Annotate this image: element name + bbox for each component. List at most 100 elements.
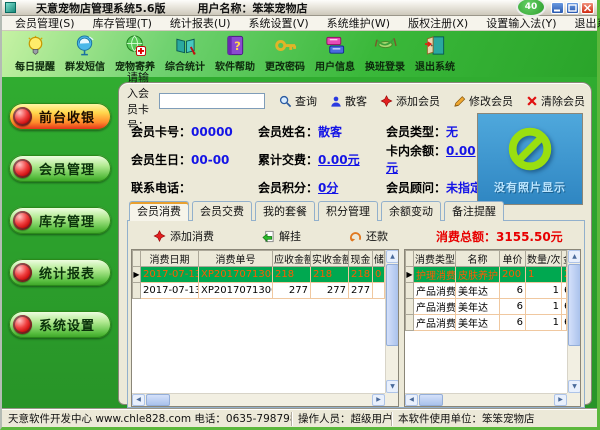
member-type-field: 会员类型：无 (386, 123, 486, 140)
sidebar-item-inventory[interactable]: 库存管理 (9, 207, 111, 234)
scroll-right-icon[interactable]: ▶ (554, 394, 567, 406)
sidebar-item-cashier[interactable]: 前台收银 (9, 103, 111, 130)
menu-exit[interactable]: 退出系统(Z) (566, 15, 600, 31)
tab-member-payment[interactable]: 会员交费 (192, 201, 252, 221)
edit-member-button[interactable]: 修改会员 (453, 93, 513, 109)
member-paid-field: 累计交费：0.00元 (258, 151, 386, 168)
col-header[interactable]: 消费类型 (414, 251, 456, 267)
app-icon (5, 2, 16, 13)
toolbar: 每日提醒 群发短信 宠物寄养 综合统计 ? 软件帮助 更改密码 用户信息 换班登 (2, 31, 597, 77)
sidebar-item-label: 库存管理 (39, 211, 95, 230)
unhang-button[interactable]: 解挂 (262, 228, 301, 244)
maximize-button[interactable] (566, 2, 579, 14)
horizontal-scrollbar[interactable]: ◀ ▶ (132, 393, 385, 406)
toolbar-daily-reminder[interactable]: 每日提醒 (10, 34, 60, 73)
col-header[interactable]: 现金 (349, 251, 373, 267)
tab-balance-changes[interactable]: 余额变动 (381, 201, 441, 221)
body: 前台收银 会员管理 库存管理 统计报表 系统设置 请输入会员 (2, 77, 597, 409)
col-header[interactable]: 实收金额 (311, 251, 349, 267)
svg-text:?: ? (234, 39, 241, 53)
satellite-dish-icon (74, 34, 97, 57)
horizontal-scrollbar[interactable]: ◀ ▶ (405, 393, 567, 406)
toolbar-group-sms[interactable]: 群发短信 (60, 34, 110, 73)
table-row[interactable]: ▶ 护理消费 皮肤养护 200 1 200 (406, 267, 567, 283)
scroll-down-icon[interactable]: ▼ (568, 380, 581, 393)
tables-area: 消费日期 消费单号 应收金额 实收金额 现金 储值卡 ▶ 2017-07-13 … (131, 249, 581, 407)
query-button[interactable]: 查询 (279, 93, 317, 109)
scrollbar-thumb[interactable] (568, 264, 581, 346)
table-row[interactable]: 产品消费 美年达 6 1 6 (406, 283, 567, 299)
toolbar-help[interactable]: ? 软件帮助 (210, 34, 260, 73)
sidebar: 前台收银 会员管理 库存管理 统计报表 系统设置 (2, 77, 118, 409)
open-book-icon (174, 34, 197, 57)
col-header[interactable]: 金额 (562, 251, 567, 267)
table-row[interactable]: 产品消费 美年达 6 1 6 (406, 299, 567, 315)
tab-remarks[interactable]: 备注提醒 (444, 201, 504, 221)
scroll-left-icon[interactable]: ◀ (405, 394, 418, 406)
toolbar-statistics[interactable]: 综合统计 (160, 34, 210, 73)
vertical-scrollbar[interactable]: ▲ ▼ (567, 250, 580, 393)
col-header[interactable]: 消费单号 (199, 251, 273, 267)
member-card-input[interactable] (159, 93, 265, 109)
menu-ime[interactable]: 设置输入法(Y) (477, 15, 565, 31)
toolbar-pet-boarding[interactable]: 宠物寄养 (110, 34, 160, 73)
toolbar-user-info[interactable]: 用户信息 (310, 34, 360, 73)
toolbar-change-password[interactable]: 更改密码 (260, 34, 310, 73)
col-header[interactable]: 储值卡 (373, 251, 385, 267)
sidebar-item-label: 系统设置 (39, 315, 95, 334)
toolbar-exit[interactable]: 退出系统 (410, 34, 460, 73)
menu-bar: 会员管理(S) 库存管理(T) 统计报表(U) 系统设置(V) 系统维护(W) … (2, 16, 597, 31)
scroll-right-icon[interactable]: ▶ (372, 394, 385, 406)
tab-my-package[interactable]: 我的套餐 (255, 201, 315, 221)
table-header-row: 消费类型 名称 单价 数量/次数 金额 (406, 251, 567, 267)
scrollbar-corner (567, 393, 580, 406)
menu-settings[interactable]: 系统设置(V) (240, 15, 318, 31)
vertical-scrollbar[interactable]: ▲ ▼ (385, 250, 398, 393)
magnifier-icon (279, 95, 292, 108)
col-header[interactable]: 名称 (456, 251, 500, 267)
menu-reports[interactable]: 统计报表(U) (161, 15, 240, 31)
menu-member[interactable]: 会员管理(S) (6, 15, 84, 31)
col-header[interactable]: 数量/次数 (526, 251, 562, 267)
clear-member-button[interactable]: 清除会员 (526, 93, 585, 109)
no-photo-text: 没有照片显示 (494, 179, 566, 195)
col-header[interactable]: 单价 (500, 251, 526, 267)
consume-total: 消费总额：3155.50元 (436, 228, 563, 245)
repay-button[interactable]: 还款 (349, 228, 388, 244)
red-dot-icon (13, 211, 32, 230)
tab-points[interactable]: 积分管理 (318, 201, 378, 221)
add-consume-button[interactable]: 添加消费 (153, 228, 214, 244)
close-button[interactable] (581, 2, 594, 14)
col-header[interactable]: 消费日期 (141, 251, 199, 267)
add-member-button[interactable]: 添加会员 (380, 93, 440, 109)
menu-maintenance[interactable]: 系统维护(W) (318, 15, 399, 31)
member-balance-field: 卡内余额：0.00元 (386, 142, 486, 176)
tab-member-consume[interactable]: 会员消费 (129, 201, 189, 221)
sidebar-item-reports[interactable]: 统计报表 (9, 259, 111, 286)
sidebar-item-settings[interactable]: 系统设置 (9, 311, 111, 338)
minimize-button[interactable] (551, 2, 564, 14)
sidebar-item-members[interactable]: 会员管理 (9, 155, 111, 182)
scrollbar-thumb[interactable] (386, 264, 399, 346)
scroll-left-icon[interactable]: ◀ (132, 394, 145, 406)
scroll-up-icon[interactable]: ▲ (568, 250, 581, 263)
table-row[interactable]: 2017-07-13 14: XP201707130001 277 277 27… (133, 283, 385, 299)
menu-inventory[interactable]: 库存管理(T) (84, 15, 161, 31)
walkin-button[interactable]: 散客 (330, 93, 367, 109)
sidebar-item-label: 统计报表 (39, 263, 95, 282)
table-row[interactable]: 产品消费 美年达 6 1 6 (406, 315, 567, 331)
scrollbar-thumb[interactable] (419, 394, 443, 406)
consume-items-table: 消费类型 名称 单价 数量/次数 金额 ▶ 护理消费 皮肤养护 200 (404, 249, 581, 407)
member-points-field: 会员积分：0分 (258, 179, 386, 196)
toolbar-shift-login[interactable]: 换班登录 (360, 34, 410, 73)
status-license-unit: 本软件使用单位：笨笨宠物店 (392, 412, 597, 426)
scrollbar-thumb[interactable] (146, 394, 170, 406)
red-dot-icon (13, 159, 32, 178)
window-title: 天意宠物店管理系统5.6版 (36, 0, 166, 16)
scroll-down-icon[interactable]: ▼ (386, 380, 399, 393)
scroll-up-icon[interactable]: ▲ (386, 250, 399, 263)
menu-register[interactable]: 版权注册(X) (399, 15, 477, 31)
col-header[interactable]: 应收金额 (273, 251, 311, 267)
table-row[interactable]: ▶ 2017-07-13 14: XP201707130002 218 218 … (133, 267, 385, 283)
member-name-value: 散客 (318, 125, 342, 139)
